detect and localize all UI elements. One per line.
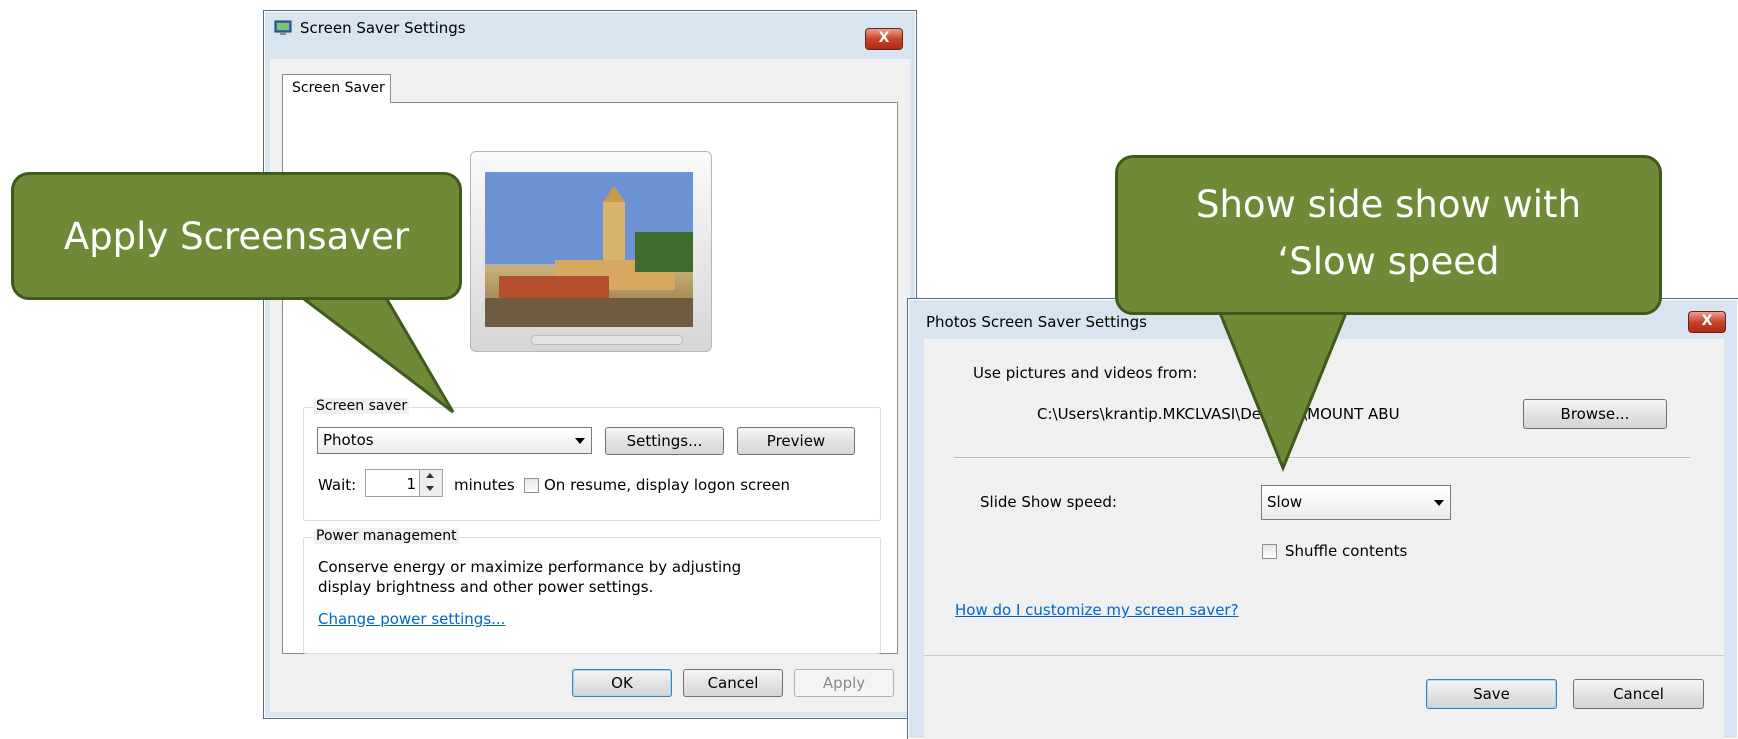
cancel-button[interactable]: Cancel (683, 669, 783, 697)
wait-value: 1 (406, 475, 416, 493)
slow-speed-note: Show side show with ‘Slow speed (1115, 155, 1662, 315)
footer-separator (924, 655, 1724, 656)
screen-saver-group-label: Screen saver (314, 398, 410, 414)
settings-button[interactable]: Settings... (605, 427, 724, 455)
separator (954, 457, 1690, 459)
source-label: Use pictures and videos from: (973, 364, 1198, 382)
up-arrow-icon[interactable] (426, 473, 434, 478)
apply-screensaver-note: Apply Screensaver (11, 172, 462, 300)
wait-stepper[interactable]: 1 (365, 469, 443, 497)
monitor-preview (470, 151, 712, 352)
slow-speed-text-line1: Show side show with (1195, 183, 1582, 226)
power-management-group: Power management Conserve energy or maxi… (303, 528, 881, 654)
screen-saver-selected: Photos (323, 431, 374, 449)
preview-photo (485, 172, 693, 327)
tab-label: Screen Saver (292, 80, 385, 96)
dialog-body: Screen Saver Screen saver Photos Setting… (270, 59, 910, 712)
speed-selected: Slow (1267, 493, 1303, 511)
speed-dropdown[interactable]: Slow (1261, 485, 1451, 520)
photos-window-title: Photos Screen Saver Settings (926, 313, 1147, 331)
minutes-label: minutes (454, 476, 515, 494)
chevron-down-icon (1434, 500, 1444, 506)
resume-logon-checkbox[interactable] (524, 478, 539, 493)
title-bar[interactable]: Screen Saver Settings X (264, 11, 916, 50)
speed-label: Slide Show speed: (980, 493, 1117, 511)
power-description: Conserve energy or maximize performance … (318, 558, 742, 596)
shuffle-checkbox[interactable] (1262, 544, 1277, 559)
photos-dialog-body: Use pictures and videos from: C:\Users\k… (924, 339, 1724, 739)
preview-button[interactable]: Preview (737, 427, 855, 455)
apply-button[interactable]: Apply (794, 669, 894, 697)
close-icon: X (878, 30, 890, 46)
resume-logon-label[interactable]: On resume, display logon screen (544, 476, 790, 494)
save-button[interactable]: Save (1426, 679, 1557, 709)
screen-saver-settings-window: Screen Saver Settings X Screen Saver Scr… (263, 10, 917, 719)
photos-close-button[interactable]: X (1688, 311, 1726, 333)
power-management-group-label: Power management (314, 528, 459, 544)
change-power-settings-link[interactable]: Change power settings... (318, 610, 505, 628)
photos-cancel-button[interactable]: Cancel (1573, 679, 1704, 709)
tab-screen-saver[interactable]: Screen Saver (282, 74, 391, 103)
close-icon: X (1701, 313, 1713, 329)
down-arrow-icon[interactable] (426, 486, 434, 491)
wait-label: Wait: (318, 476, 357, 494)
slow-speed-text-line2: ‘Slow speed (1277, 240, 1500, 283)
shuffle-label[interactable]: Shuffle contents (1285, 542, 1407, 560)
monitor-base (531, 335, 683, 345)
window-title: Screen Saver Settings (300, 19, 466, 37)
browse-button[interactable]: Browse... (1523, 399, 1667, 429)
apply-screensaver-text: Apply Screensaver (63, 215, 410, 258)
source-path: C:\Users\krantip.MKCLVASI\Desktop\MOUNT … (1037, 405, 1400, 423)
photos-screen-saver-settings-window: Photos Screen Saver Settings X Use pictu… (907, 298, 1738, 739)
chevron-down-icon (575, 438, 585, 444)
screen-saver-app-icon (274, 20, 292, 36)
photo-image (485, 172, 693, 327)
screen-saver-dropdown[interactable]: Photos (317, 427, 592, 454)
customize-help-link[interactable]: How do I customize my screen saver? (955, 601, 1239, 619)
ok-button[interactable]: OK (572, 669, 672, 697)
stepper-buttons[interactable] (419, 470, 442, 496)
close-button[interactable]: X (865, 28, 903, 50)
screen-saver-group: Screen saver Photos Settings... Preview … (303, 398, 881, 521)
